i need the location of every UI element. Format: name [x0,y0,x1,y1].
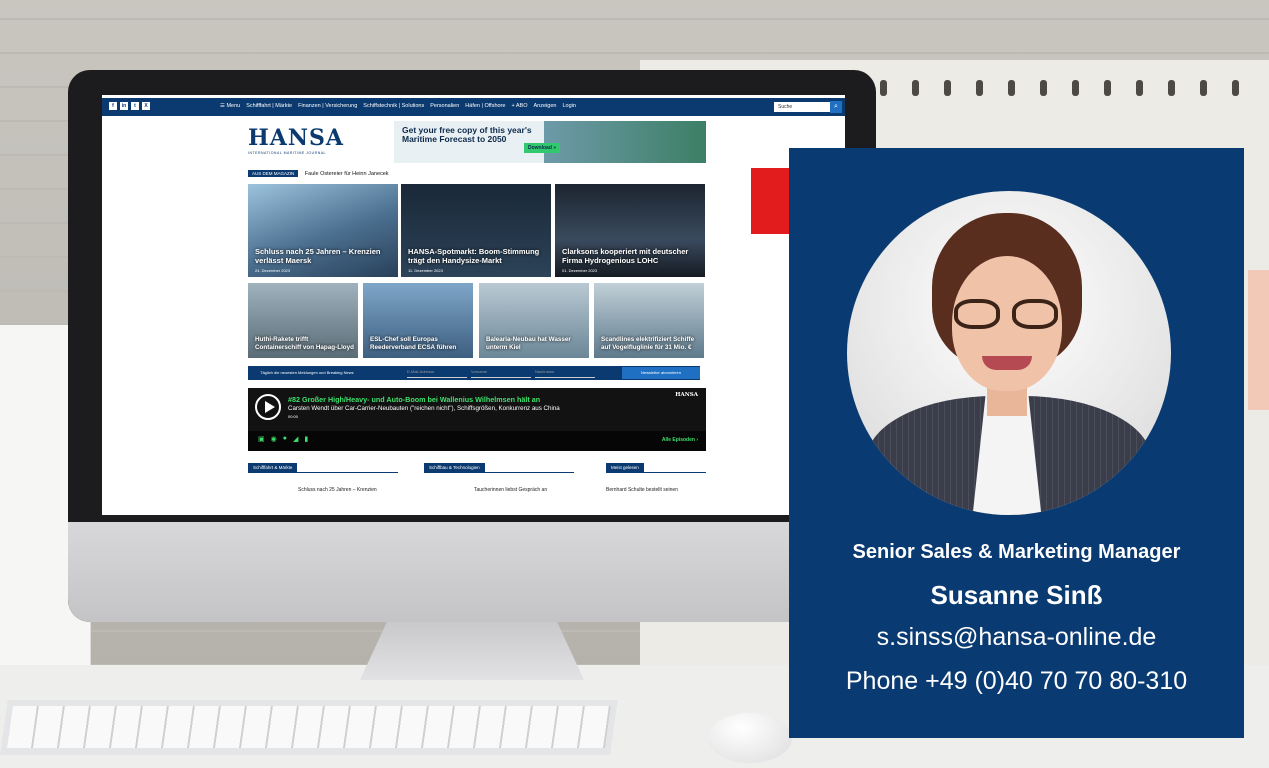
news-tile-date: 01. Dezember 2023 [562,268,598,273]
newsletter-lastname-field[interactable]: Nachname [535,369,595,378]
section-divider [424,472,574,473]
news-tile-title: ESL-Chef soll Europas Reederverband ECSA… [370,336,457,351]
pegboard-hole [1104,80,1111,96]
news-tile-title: Balearia-Neubau hat Wasser unterm Kiel [486,336,571,351]
portrait-smile [982,356,1032,370]
section-article-link[interactable]: Bernhard Schulte bestellt seinen [606,487,678,493]
pegboard-hole [1040,80,1047,96]
podcast-platform-bar [248,431,706,451]
logo-subtitle: INTERNATIONAL MARITIME JOURNAL [248,151,327,155]
ad-banner[interactable]: Get your free copy of this year's Mariti… [394,121,706,163]
pegboard-hole [944,80,951,96]
news-tile-title: Clarksons kooperiert mit deutscher Firma… [562,247,689,265]
news-tile[interactable]: ESL-Chef soll Europas Reederverband ECSA… [363,283,473,358]
site-search-input[interactable]: Suche [774,102,830,112]
contact-card: Senior Sales & Marketing Manager Susanne… [789,148,1244,738]
podcast-player: #82 Großer High/Heavy- und Auto-Boom bei… [248,388,706,451]
banner-text: Get your free copy of this year's Mariti… [402,125,532,144]
news-tile[interactable]: Schluss nach 25 Jahren – Krenzien verläs… [248,184,398,277]
section-header[interactable]: Schiffbau & Technologien [424,463,485,472]
newsletter-subscribe-button[interactable]: Newsletter abonnieren [622,367,700,379]
podcast-platform-icon[interactable]: ● [283,435,287,443]
podcast-platform-icons: ▣ ◉ ● ◢ ▮ [258,435,308,443]
section-article-link[interactable]: Taucherinnen liebst Gespräch an [474,487,547,493]
nav-anzeigen[interactable]: Anzeigen [534,103,557,109]
nav-login[interactable]: Login [562,103,575,109]
imac-chin [68,522,876,622]
glasses-icon [950,299,1064,331]
news-tile-title: HANSA-Spotmarkt: Boom-Stimmung trägt den… [408,247,540,265]
imac-stand [360,622,584,680]
podcast-subtitle: Carsten Wendt über Car-Carrier-Neubauten… [288,405,560,412]
nav-menu[interactable]: ☰ Menu [220,103,240,109]
news-tile-date: 24. Dezember 2023 [255,268,291,273]
section-divider [606,472,706,473]
news-tile-title: Scandlines elektrifiziert Schiffe auf Vo… [601,336,695,351]
pegboard-hole [976,80,983,96]
pegboard-hole [1072,80,1079,96]
pegboard-hole [1200,80,1207,96]
linkedin-icon[interactable]: in [120,102,128,110]
nav-schiffstechnik[interactable]: Schiffstechnik | Solutions [363,103,424,109]
mouse [708,713,792,763]
podcast-platform-icon[interactable]: ◉ [271,435,277,443]
news-tile-title: Huthi-Rakete trifft Containerschiff von … [255,336,355,351]
section-divider [248,472,398,473]
hansa-logo[interactable]: HANSA [248,125,344,151]
newsletter-email-field[interactable]: E-Mail-Adresse [407,369,467,378]
contact-portrait [847,191,1171,515]
monitor-screen: f in t X ☰ Menu Schifffahrt | Märkte Fin… [102,95,845,515]
news-tile[interactable]: Scandlines elektrifiziert Schiffe auf Vo… [594,283,704,358]
social-icons: f in t X [109,102,150,110]
nav-haefen[interactable]: Häfen | Offshore [465,103,505,109]
pegboard-hole [1008,80,1015,96]
pegboard-hole [1232,80,1239,96]
news-tile-date: 11. Dezember 2023 [408,268,443,273]
podcast-title[interactable]: #82 Großer High/Heavy- und Auto-Boom bei… [288,395,540,404]
newsletter-firstname-field[interactable]: Vorname [471,369,531,378]
pegboard-hole [912,80,919,96]
nav-schifffahrt[interactable]: Schifffahrt | Märkte [246,103,292,109]
news-tile[interactable]: Balearia-Neubau hat Wasser unterm Kiel [479,283,589,358]
banner-download-button[interactable]: Download » [524,143,561,153]
nav-links: ☰ Menu Schifffahrt | Märkte Finanzen | V… [220,103,576,109]
magazine-row: AUS DEM MAGAZIN Faule Ostereier für Hein… [248,170,389,177]
pegboard-hole [880,80,887,96]
podcast-platform-icon[interactable]: ▮ [304,435,308,443]
section-header[interactable]: Schifffahrt & Märkte [248,463,298,472]
newsletter-fields: E-Mail-Adresse Vorname Nachname [407,369,595,378]
play-icon[interactable] [255,394,281,420]
pegboard-hole [1136,80,1143,96]
magazine-tag[interactable]: AUS DEM MAGAZIN [248,170,299,177]
news-tile[interactable]: Clarksons kooperiert mit deutscher Firma… [555,184,705,277]
podcast-platform-icon[interactable]: ◢ [293,435,298,443]
news-tile[interactable]: Huthi-Rakete trifft Containerschiff von … [248,283,358,358]
pink-shelf-detail [1248,270,1269,410]
pegboard-hole [1168,80,1175,96]
section-article-link[interactable]: Schluss nach 25 Jahren – Krenzien [298,487,377,493]
podcast-time: 00:00 [288,414,299,419]
nav-abo[interactable]: + ABO [511,103,527,109]
news-tile-title: Schluss nach 25 Jahren – Krenzien verläs… [255,247,381,265]
contact-phone[interactable]: Phone +49 (0)40 70 70 80-310 [789,667,1244,696]
xing-icon[interactable]: X [142,102,150,110]
magazine-headline[interactable]: Faule Ostereier für Heinn Janecek [305,171,389,177]
section-header[interactable]: Meist gelesen [606,463,644,472]
site-navbar: f in t X ☰ Menu Schifffahrt | Märkte Fin… [102,98,845,116]
podcast-platform-icon[interactable]: ▣ [258,435,265,443]
podcast-logo: HANSA [675,392,698,398]
contact-role: Senior Sales & Marketing Manager [852,541,1181,563]
facebook-icon[interactable]: f [109,102,117,110]
nav-finanzen[interactable]: Finanzen | Versicherung [298,103,357,109]
all-episodes-link[interactable]: Alle Episoden › [662,437,698,443]
search-icon[interactable]: ⌕ [830,101,842,113]
twitter-icon[interactable]: t [131,102,139,110]
nav-personalien[interactable]: Personalien [430,103,459,109]
contact-email[interactable]: s.sinss@hansa-online.de [789,623,1244,652]
keyboard [0,700,618,755]
contact-name: Susanne Sinß [930,580,1103,610]
news-tile[interactable]: HANSA-Spotmarkt: Boom-Stimmung trägt den… [401,184,551,277]
